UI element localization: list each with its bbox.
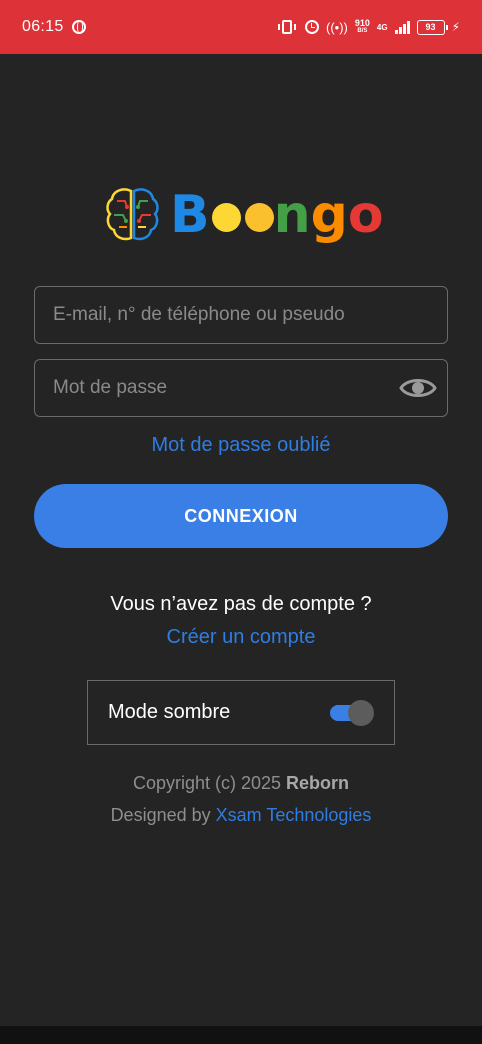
network-speed: 910 B/S: [355, 19, 370, 35]
network-speed-value: 910: [354, 18, 370, 28]
status-icons: ((•)) 910 B/S 4G 93 ⚡: [277, 19, 460, 35]
username-input[interactable]: [53, 304, 429, 326]
brain-icon: [106, 188, 159, 241]
vibrate-icon: [277, 20, 296, 34]
designed-by-text: Designed by Xsam Technologies: [0, 805, 482, 826]
charging-icon: ⚡: [451, 20, 460, 34]
username-field[interactable]: [34, 286, 448, 344]
status-bar: 06:15 ((•)) 910 B/S 4G 93 ⚡: [0, 0, 482, 54]
dark-mode-label: Mode sombre: [108, 701, 231, 723]
signal-icon: [394, 20, 410, 34]
battery-icon: 93: [416, 19, 448, 35]
no-account-text: Vous n’avez pas de compte ?: [110, 593, 372, 615]
copyright-prefix: Copyright (c) 2025: [132, 773, 282, 793]
battery-level: 93: [425, 22, 436, 32]
forgot-password-link[interactable]: Mot de passe oublié: [0, 434, 482, 457]
copyright-owner: Reborn: [286, 773, 350, 793]
login-button[interactable]: CONNEXION: [34, 484, 448, 548]
dark-mode-toggle[interactable]: [330, 699, 374, 727]
app-logo: Bngo: [105, 185, 384, 245]
password-input[interactable]: [53, 377, 399, 399]
app-logo-wordmark: Bngo: [170, 185, 384, 245]
designed-prefix: Designed by: [110, 805, 211, 825]
copyright-text: Copyright (c) 2025 Reborn: [0, 773, 482, 794]
toggle-thumb[interactable]: [348, 699, 374, 726]
create-account-link[interactable]: Créer un compte: [0, 626, 482, 649]
vpn-globe-icon: [71, 20, 86, 34]
dark-mode-setting: Mode sombre: [87, 680, 395, 745]
network-type: 4G: [376, 22, 388, 32]
hotspot-icon: ((•)): [325, 19, 348, 35]
designer-link[interactable]: Xsam Technologies: [216, 805, 372, 825]
eye-icon[interactable]: [399, 374, 437, 402]
password-field[interactable]: [34, 359, 448, 417]
status-time: 06:15: [22, 18, 64, 35]
network-speed-unit: B/S: [357, 28, 368, 34]
system-navigation-bar: [0, 1026, 482, 1044]
alarm-icon: [304, 20, 319, 34]
